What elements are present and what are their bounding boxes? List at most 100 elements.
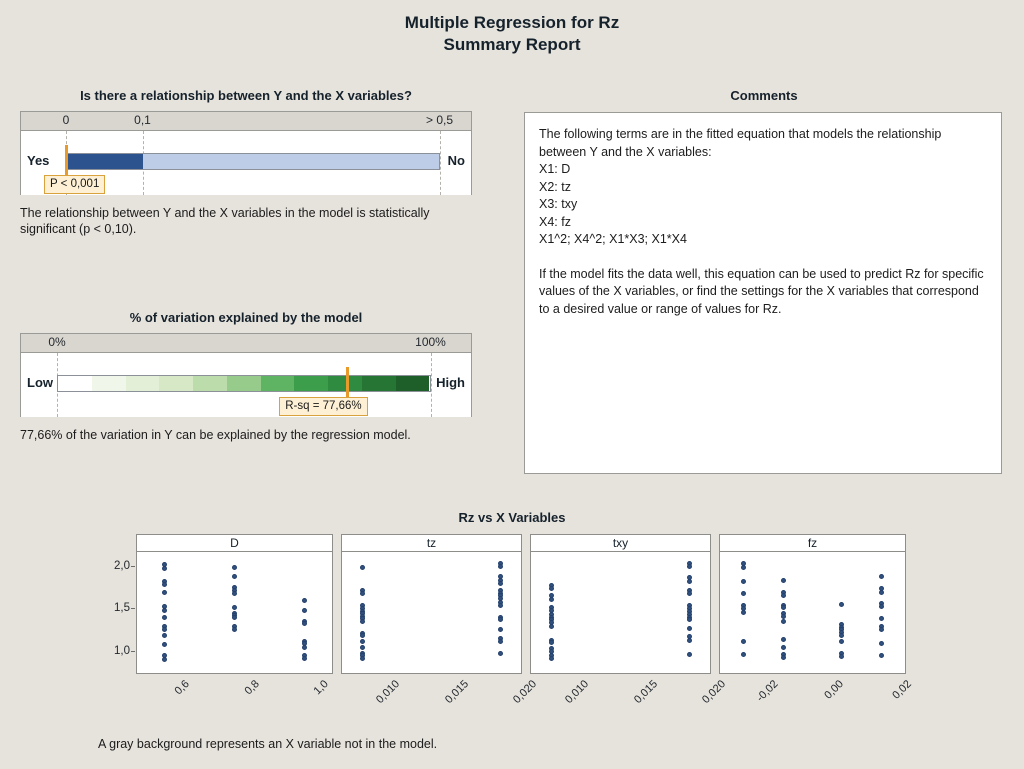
scatter-point (360, 564, 366, 570)
scatter-point (232, 591, 237, 597)
scatter-point (686, 637, 692, 643)
relationship-tick-label: 0,1 (134, 113, 151, 127)
relationship-grid-line (439, 131, 442, 195)
relationship-panel: Is there a relationship between Y and th… (20, 88, 472, 236)
r-squared-bar-segment (395, 376, 430, 391)
scatter-point (301, 607, 307, 613)
variation-gauge[interactable]: 0% 100% Low High R-sq = 77,66% (20, 333, 472, 417)
scatter-point (780, 654, 786, 660)
scatter-point (497, 627, 503, 633)
scatter-point (360, 633, 366, 639)
scatter-x-tick-label: 0,010 (562, 678, 591, 706)
scatter-point (839, 632, 845, 638)
comments-paragraph-1: The following terms are in the fitted eq… (539, 127, 942, 246)
scatter-panel-tz[interactable]: tz (341, 534, 522, 674)
r-squared-bar-segment (361, 376, 396, 391)
scatter-point (497, 651, 503, 657)
scatter-plot-area (342, 552, 521, 673)
scatter-panel-txy[interactable]: txy (530, 534, 711, 674)
scatter-point (686, 652, 692, 658)
scatter-point (878, 653, 884, 659)
scatter-panel-title: txy (531, 535, 710, 552)
r-squared-bar-segment (159, 376, 194, 391)
scatter-panels: Dtz txy fz (136, 534, 906, 674)
scatter-point (232, 605, 237, 611)
comments-heading: Comments (730, 88, 798, 103)
scatter-point (780, 618, 786, 624)
scatter-panel-D[interactable]: D (136, 534, 333, 674)
scatter-point (549, 655, 555, 661)
scatter-x-tick-label: 0,6 (172, 678, 192, 698)
variation-right-cap: High (436, 375, 465, 390)
relationship-gauge-body: Yes No P < 0,001 (21, 131, 471, 195)
relationship-gauge[interactable]: 0 0,1 > 0,5 Yes No P < 0,001 (20, 111, 472, 195)
r-squared-bar (57, 375, 431, 392)
variation-tick-label: 100% (415, 335, 446, 349)
scatter-point (878, 574, 884, 580)
scatter-point (839, 601, 845, 607)
scatter-x-tick-label: 0,8 (241, 678, 262, 698)
r-squared-bar-segment (58, 376, 92, 391)
variation-grid-line (430, 353, 433, 417)
scatter-point (301, 645, 307, 651)
page-title: Multiple Regression for Rz Summary Repor… (0, 12, 1024, 56)
scatter-point (741, 638, 747, 644)
variation-note: 77,66% of the variation in Y can be expl… (20, 428, 411, 442)
scatter-point (686, 617, 692, 623)
scatter-plot-area (720, 552, 905, 673)
scatter-panel-group: 1,0 1,5 2,0 Dtz txy fz 0,6 0,8 1,0 0,010 0,015 0,… (96, 534, 926, 706)
scatter-point (780, 613, 786, 619)
p-value-bar (66, 153, 440, 170)
scatter-point (878, 626, 884, 632)
scatter-x-tick-label: 0,010 (373, 678, 402, 706)
scatter-point (549, 640, 555, 646)
r-squared-bar-segment (125, 376, 160, 391)
scatter-x-tick-label: 0,020 (511, 678, 540, 706)
scatter-point (301, 655, 307, 661)
scatter-point (497, 638, 503, 644)
scatter-point (360, 655, 366, 661)
scatter-point (780, 593, 786, 599)
scatter-point (360, 591, 366, 597)
scatter-point (839, 653, 845, 659)
variation-marker-needle (346, 367, 350, 400)
scatter-point (360, 644, 366, 650)
scatter-point (360, 618, 366, 624)
r-squared-bar-segment (91, 376, 126, 391)
scatter-point (162, 656, 168, 662)
scatter-x-tick-label: 0,00 (821, 678, 846, 702)
page-title-line1: Multiple Regression for Rz (404, 13, 620, 32)
relationship-note: The relationship between Y and the X var… (20, 206, 430, 236)
scatter-point (162, 607, 168, 613)
variation-gauge-body: Low High R-sq = 77,66% (21, 353, 471, 417)
scatter-point (780, 636, 786, 642)
scatter-point (878, 604, 884, 610)
scatter-point (878, 641, 884, 647)
scatter-panel-fz[interactable]: fz (719, 534, 906, 674)
r-squared-bar-segment (193, 376, 227, 391)
scatter-section-title: Rz vs X Variables (458, 510, 566, 525)
scatter-point (301, 598, 307, 604)
scatter-panel-title: tz (342, 535, 521, 552)
r-squared-bar-segment (294, 376, 329, 391)
scatter-point (162, 589, 168, 595)
variation-left-cap: Low (27, 375, 53, 390)
scatter-point (780, 577, 786, 583)
scatter-point (780, 605, 786, 611)
relationship-marker-needle (65, 145, 68, 178)
p-value-bar-significant (67, 154, 144, 169)
scatter-point (162, 626, 168, 632)
scatter-point (741, 590, 747, 596)
scatter-y-tick: 1,5 (114, 602, 135, 615)
r-squared-bar-segment (328, 376, 362, 391)
scatter-point (232, 615, 237, 621)
relationship-tick-label: > 0,5 (425, 113, 454, 127)
scatter-point (497, 581, 503, 587)
scatter-panel-title: fz (720, 535, 905, 552)
scatter-point (686, 578, 692, 584)
scatter-point (360, 639, 366, 645)
scatter-y-tick: 1,0 (114, 645, 135, 658)
variation-scale: 0% 100% (21, 334, 471, 353)
scatter-x-tick-label: 1,0 (311, 678, 331, 698)
scatter-point (497, 617, 503, 623)
